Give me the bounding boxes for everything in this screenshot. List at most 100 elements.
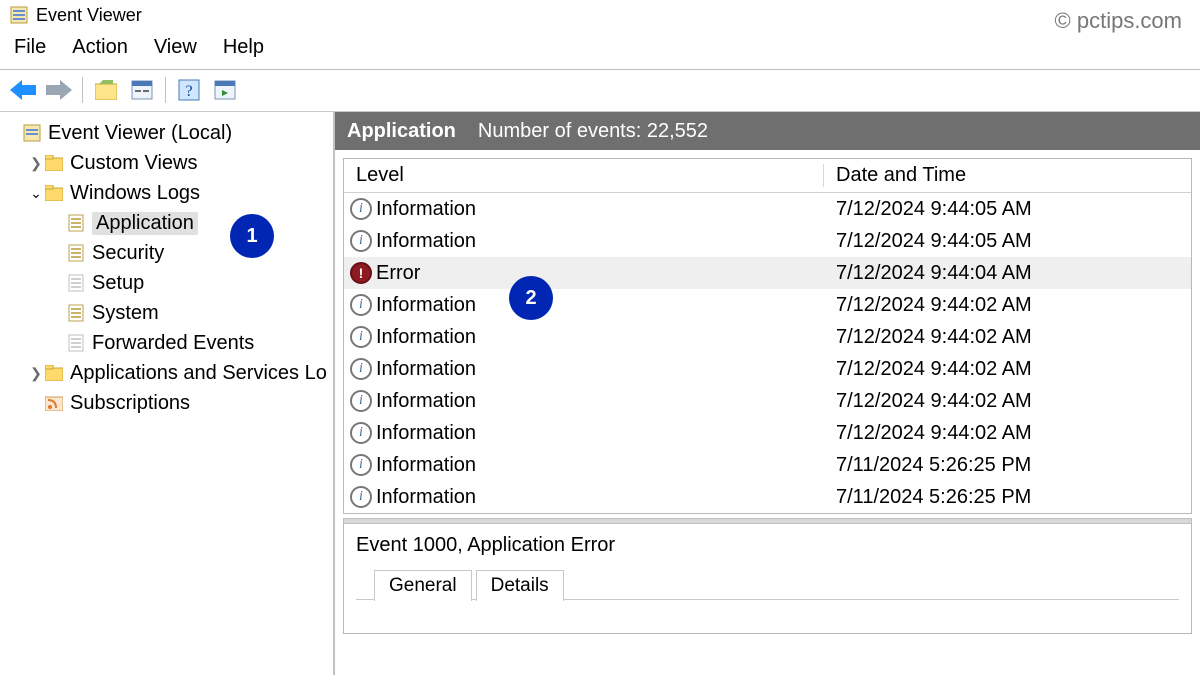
info-icon: i xyxy=(350,326,372,348)
tree-log-setup[interactable]: Setup xyxy=(6,268,333,298)
callout-1: 1 xyxy=(232,216,272,256)
event-level-label: Information xyxy=(376,454,476,477)
event-row[interactable]: iInformation7/12/2024 9:44:05 AM xyxy=(344,225,1191,257)
event-list-body: iInformation7/12/2024 9:44:05 AMiInforma… xyxy=(344,193,1191,513)
log-icon xyxy=(66,333,86,353)
event-level-label: Information xyxy=(376,198,476,221)
event-row[interactable]: iInformation 7/12/2024 9:44:02 AM xyxy=(344,289,1191,321)
tree-label: Setup xyxy=(92,272,144,295)
view-pane-button[interactable] xyxy=(210,75,240,105)
event-datetime: 7/12/2024 9:44:04 AM xyxy=(824,262,1191,285)
event-level-label: Information xyxy=(376,326,476,349)
event-row[interactable]: iInformation 7/12/2024 9:44:02 AM xyxy=(344,353,1191,385)
event-level-label: Information xyxy=(376,486,476,509)
log-icon xyxy=(66,273,86,293)
event-level-label: Information xyxy=(376,358,476,381)
tree-label: Subscriptions xyxy=(70,392,190,415)
menu-help[interactable]: Help xyxy=(223,36,264,59)
menubar: File Action View Help xyxy=(0,30,1200,70)
menu-view[interactable]: View xyxy=(154,36,197,59)
tree-apps-services[interactable]: ❯ Applications and Services Lo xyxy=(6,358,333,388)
event-list-header[interactable]: Level Date and Time xyxy=(344,159,1191,193)
log-icon xyxy=(66,213,86,233)
event-datetime: 7/12/2024 9:44:02 AM xyxy=(824,422,1191,445)
caret-right-icon: ❯ xyxy=(28,365,44,382)
folder-icon xyxy=(44,363,64,383)
event-row[interactable]: iInformation 7/11/2024 5:26:25 PM xyxy=(344,449,1191,481)
event-row[interactable]: !Error7/12/2024 9:44:04 AM xyxy=(344,257,1191,289)
details-tabs: General Details xyxy=(374,569,1179,600)
log-icon xyxy=(66,303,86,323)
nav-tree[interactable]: Event Viewer (Local) ❯ Custom Views ⌄ Wi… xyxy=(0,112,335,675)
forward-button[interactable] xyxy=(44,75,74,105)
tree-custom-views[interactable]: ❯ Custom Views xyxy=(6,148,333,178)
event-datetime: 7/12/2024 9:44:02 AM xyxy=(824,358,1191,381)
tree-windows-logs[interactable]: ⌄ Windows Logs xyxy=(6,178,333,208)
tree-subscriptions[interactable]: Subscriptions xyxy=(6,388,333,418)
caret-down-icon: ⌄ xyxy=(28,185,44,202)
event-row[interactable]: iInformation 7/12/2024 9:44:05 AM xyxy=(344,193,1191,225)
tree-root-label: Event Viewer (Local) xyxy=(48,122,232,145)
banner-count: Number of events: 22,552 xyxy=(478,120,708,143)
info-icon: i xyxy=(350,198,372,220)
tree-label: Applications and Services Lo xyxy=(70,362,327,385)
subscriptions-icon xyxy=(44,393,64,413)
column-datetime[interactable]: Date and Time xyxy=(824,164,1191,187)
properties-button[interactable] xyxy=(127,75,157,105)
toolbar-separator xyxy=(165,77,166,103)
tree-log-security[interactable]: Security xyxy=(6,238,333,268)
caret-right-icon: ❯ xyxy=(28,155,44,172)
menu-file[interactable]: File xyxy=(14,36,46,59)
eventviewer-icon xyxy=(22,123,42,143)
help-button[interactable]: ? xyxy=(174,75,204,105)
menu-action[interactable]: Action xyxy=(72,36,128,59)
event-level-label: Information xyxy=(376,390,476,413)
app-title: Event Viewer xyxy=(36,5,142,26)
tree-label: Security xyxy=(92,242,164,265)
folder-icon xyxy=(44,153,64,173)
info-icon: i xyxy=(350,294,372,316)
event-datetime: 7/12/2024 9:44:02 AM xyxy=(824,390,1191,413)
event-datetime: 7/12/2024 9:44:02 AM xyxy=(824,294,1191,317)
event-level-label: Information xyxy=(376,294,476,317)
folder-icon xyxy=(44,183,64,203)
tree-log-application[interactable]: Application xyxy=(6,208,333,238)
event-datetime: 7/12/2024 9:44:05 AM xyxy=(824,198,1191,221)
event-row[interactable]: iInformation7/11/2024 5:26:25 PM xyxy=(344,481,1191,513)
tree-label: System xyxy=(92,302,159,325)
titlebar: Event Viewer xyxy=(0,0,1200,30)
watermark: © pctips.com xyxy=(1055,8,1182,34)
tree-label: Forwarded Events xyxy=(92,332,254,355)
info-icon: i xyxy=(350,454,372,476)
event-list[interactable]: Level Date and Time iInformation7/12/202… xyxy=(343,158,1192,514)
info-icon: i xyxy=(350,422,372,444)
event-datetime: 7/12/2024 9:44:02 AM xyxy=(824,326,1191,349)
log-icon xyxy=(66,243,86,263)
toolbar-separator xyxy=(82,77,83,103)
content-pane: Application Number of events: 22,552 Lev… xyxy=(335,112,1200,675)
tree-log-system[interactable]: System xyxy=(6,298,333,328)
event-datetime: 7/11/2024 5:26:25 PM xyxy=(824,454,1191,477)
callout-2: 2 xyxy=(511,278,551,318)
banner-title: Application xyxy=(347,120,456,143)
app-icon xyxy=(10,6,28,24)
tree-label: Application xyxy=(92,212,198,235)
event-row[interactable]: iInformation7/12/2024 9:44:02 AM xyxy=(344,385,1191,417)
tree-root[interactable]: Event Viewer (Local) xyxy=(6,118,333,148)
details-title: Event 1000, Application Error xyxy=(356,534,1179,557)
show-hide-tree-button[interactable] xyxy=(91,75,121,105)
log-banner: Application Number of events: 22,552 xyxy=(335,112,1200,150)
event-level-label: Error xyxy=(376,262,420,285)
tree-label: Custom Views xyxy=(70,152,197,175)
event-row[interactable]: iInformation7/12/2024 9:44:02 AM xyxy=(344,417,1191,449)
tab-details[interactable]: Details xyxy=(476,570,564,601)
tree-log-forwarded[interactable]: Forwarded Events xyxy=(6,328,333,358)
column-level[interactable]: Level xyxy=(344,164,824,187)
info-icon: i xyxy=(350,358,372,380)
event-datetime: 7/11/2024 5:26:25 PM xyxy=(824,486,1191,509)
event-row[interactable]: iInformation 7/12/2024 9:44:02 AM xyxy=(344,321,1191,353)
event-level-label: Information xyxy=(376,230,476,253)
back-button[interactable] xyxy=(8,75,38,105)
tab-general[interactable]: General xyxy=(374,570,472,601)
toolbar: ? xyxy=(0,70,1200,112)
